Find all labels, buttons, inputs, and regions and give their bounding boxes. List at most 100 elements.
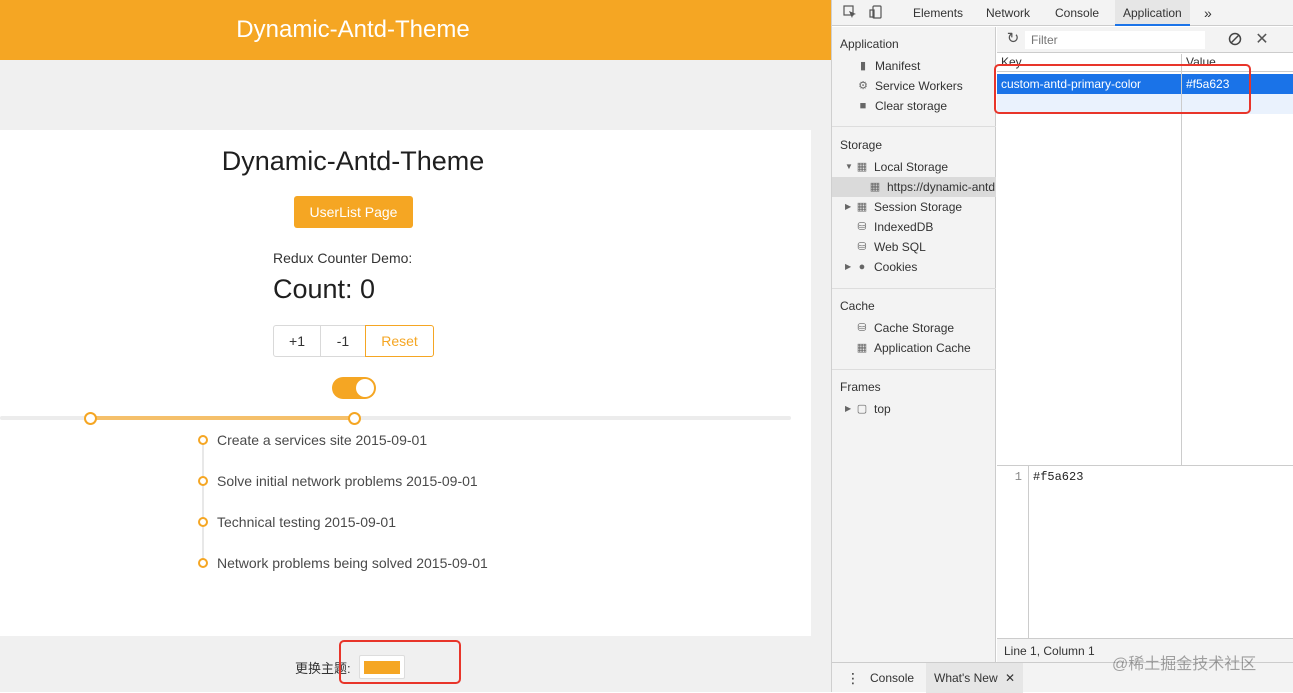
grid-icon: ▦	[856, 342, 868, 354]
grid-icon: ▦	[869, 181, 881, 193]
timeline-item: Network problems being solved 2015-09-01	[197, 553, 488, 573]
sidebar-divider	[832, 288, 996, 289]
tab-application[interactable]: Application	[1115, 0, 1190, 26]
cookie-icon: ●	[858, 261, 866, 273]
grid-icon: ▦	[856, 201, 868, 213]
device-toolbar-icon[interactable]	[868, 5, 884, 21]
timeline-dot-icon	[198, 517, 208, 527]
sidebar-item-label: Session Storage	[874, 200, 963, 214]
sidebar-item-frame-top[interactable]: ▶ ▢ top	[845, 399, 891, 419]
range-slider-handle-start[interactable]	[84, 412, 97, 425]
tab-network[interactable]: Network	[986, 0, 1030, 26]
sidebar-item-local-storage[interactable]: ▼ ▦ Local Storage	[845, 157, 948, 177]
timeline-item-text: Create a services site 2015-09-01	[217, 432, 428, 448]
sidebar-item-origin[interactable]: ▦ https://dynamic-antd	[832, 177, 996, 197]
reset-button[interactable]: Reset	[365, 325, 434, 357]
sidebar-item-label: Clear storage	[875, 99, 948, 113]
preview-value[interactable]: #f5a623	[1033, 470, 1083, 484]
sidebar-section-cache: Cache	[840, 299, 875, 313]
theme-switch[interactable]	[332, 377, 376, 399]
value-preview: 1 #f5a623	[997, 465, 1293, 638]
sidebar-item-web-sql[interactable]: ⛁ Web SQL	[855, 237, 926, 257]
tab-elements[interactable]: Elements	[913, 0, 963, 26]
database-icon: ⛁	[857, 322, 867, 334]
timeline-item-text: Solve initial network problems 2015-09-0…	[217, 473, 478, 489]
sidebar-item-cache-storage[interactable]: ⛁ Cache Storage	[855, 318, 954, 338]
timeline-connector	[202, 442, 204, 564]
inspect-element-icon[interactable]	[842, 5, 858, 21]
frame-icon: ▢	[856, 403, 868, 415]
decrement-button[interactable]: -1	[320, 325, 366, 357]
sidebar-item-indexeddb[interactable]: ⛁ IndexedDB	[855, 217, 933, 237]
close-icon[interactable]: ✕	[1005, 671, 1015, 685]
timeline-item-text: Network problems being solved 2015-09-01	[217, 555, 488, 571]
column-divider	[1181, 54, 1182, 465]
range-slider-handle-end[interactable]	[348, 412, 361, 425]
sidebar-item-manifest[interactable]: ▮ Manifest	[856, 56, 920, 76]
sidebar-section-storage: Storage	[840, 138, 883, 152]
drawer-tab-whats-new[interactable]: What's New ✕	[926, 663, 1024, 693]
sidebar-divider	[832, 126, 996, 127]
range-slider-track	[90, 416, 354, 420]
annotation-highlight-box	[994, 64, 1251, 114]
filter-input[interactable]	[1025, 31, 1205, 49]
sidebar-item-label: IndexedDB	[874, 220, 934, 234]
sidebar-item-application-cache[interactable]: ▦ Application Cache	[855, 338, 971, 358]
page-header-title: Dynamic-Antd-Theme	[236, 16, 470, 43]
grid-icon: ▦	[856, 161, 868, 173]
tab-console[interactable]: Console	[1055, 0, 1099, 26]
timeline: Create a services site 2015-09-01 Solve …	[197, 430, 597, 573]
clear-all-icon[interactable]	[1227, 32, 1243, 48]
content-card: Dynamic-Antd-Theme UserList Page Redux C…	[0, 130, 811, 636]
delete-selected-icon[interactable]: ✕	[1254, 32, 1270, 48]
collapsed-arrow-icon[interactable]: ▶	[845, 257, 855, 277]
refresh-icon[interactable]: ↻	[1005, 31, 1021, 47]
timeline-item: Create a services site 2015-09-01	[197, 430, 427, 450]
sidebar-section-frames: Frames	[840, 380, 881, 394]
timeline-item: Technical testing 2015-09-01	[197, 512, 396, 532]
more-tabs-icon[interactable]: »	[1204, 0, 1212, 26]
watermark: @稀土掘金技术社区	[1112, 656, 1257, 673]
expanded-arrow-icon[interactable]: ▼	[845, 157, 855, 177]
document-icon: ▮	[859, 60, 867, 72]
database-icon: ⛁	[857, 241, 867, 253]
storage-view: ↻ ✕ Key Value custom-antd-primary-color …	[997, 27, 1293, 662]
card-title: Dynamic-Antd-Theme	[221, 146, 485, 176]
sidebar-item-label: https://dynamic-antd	[887, 180, 996, 194]
web-page: Dynamic-Antd-Theme Dynamic-Antd-Theme Us…	[0, 0, 831, 692]
timeline-dot-icon	[198, 476, 208, 486]
userlist-page-button[interactable]: UserList Page	[294, 196, 413, 228]
timeline-item: Solve initial network problems 2015-09-0…	[197, 471, 478, 491]
sidebar-item-label: Cache Storage	[874, 321, 955, 335]
database-icon: ⛁	[857, 221, 867, 233]
application-sidebar: Application ▮ Manifest ⚙ Service Workers…	[832, 27, 996, 662]
sidebar-item-cookies[interactable]: ▶ ● Cookies	[845, 257, 917, 277]
sidebar-item-label: Web SQL	[874, 240, 926, 254]
timeline-dot-icon	[198, 558, 208, 568]
drawer-tab-console[interactable]: Console	[870, 663, 914, 693]
collapsed-arrow-icon[interactable]: ▶	[845, 399, 855, 419]
sidebar-item-label: Manifest	[875, 59, 921, 73]
trash-icon: ■	[859, 100, 867, 112]
sidebar-item-label: Local Storage	[874, 160, 949, 174]
annotation-highlight-box	[339, 640, 461, 684]
storage-toolbar: ↻ ✕	[997, 27, 1293, 53]
drawer-tab-label: What's New	[934, 671, 998, 685]
sidebar-item-label: Cookies	[874, 260, 918, 274]
timeline-item-text: Technical testing 2015-09-01	[217, 514, 397, 530]
count-value: Count: 0	[273, 274, 376, 304]
redux-counter-label: Redux Counter Demo:	[273, 250, 413, 266]
sidebar-item-session-storage[interactable]: ▶ ▦ Session Storage	[845, 197, 962, 217]
sidebar-item-label: Service Workers	[875, 79, 963, 93]
page-header: Dynamic-Antd-Theme	[0, 0, 831, 60]
drawer-menu-icon[interactable]: ⋮	[846, 663, 860, 693]
sidebar-section-application: Application	[840, 37, 899, 51]
sidebar-item-label: Application Cache	[874, 341, 971, 355]
gear-icon: ⚙	[858, 80, 868, 92]
sidebar-item-clear-storage[interactable]: ■ Clear storage	[856, 96, 947, 116]
devtools-toolbar: Elements Network Console Application »	[832, 0, 1293, 26]
sidebar-item-service-workers[interactable]: ⚙ Service Workers	[856, 76, 963, 96]
timeline-dot-icon	[198, 435, 208, 445]
increment-button[interactable]: +1	[273, 325, 321, 357]
collapsed-arrow-icon[interactable]: ▶	[845, 197, 855, 217]
